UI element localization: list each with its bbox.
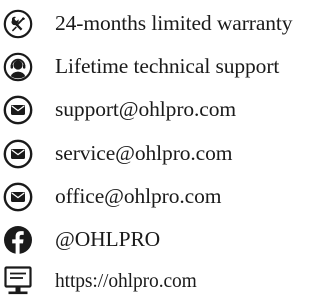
website-row[interactable]: https://ohlpro.com <box>0 264 323 300</box>
office-email-row[interactable]: office@ohlpro.com <box>0 179 323 215</box>
service-email-row[interactable]: service@ohlpro.com <box>0 136 323 172</box>
warranty-text: 24-months limited warranty <box>55 11 293 36</box>
tech-support-row: Lifetime technical support <box>0 49 323 85</box>
support-email-link[interactable]: support@ohlpro.com <box>55 99 236 121</box>
warranty-row: 24-months limited warranty <box>0 6 323 42</box>
facebook-row[interactable]: @OHLPRO <box>0 222 323 258</box>
envelope-icon <box>3 139 33 169</box>
tools-icon <box>3 9 33 39</box>
office-email-link[interactable]: office@ohlpro.com <box>55 186 221 208</box>
tech-support-text: Lifetime technical support <box>55 54 280 79</box>
website-monitor-icon <box>3 266 33 297</box>
website-link[interactable]: https://ohlpro.com <box>55 272 197 292</box>
envelope-icon <box>3 182 33 212</box>
service-email-link[interactable]: service@ohlpro.com <box>55 143 233 165</box>
facebook-handle-link[interactable]: @OHLPRO <box>55 229 160 251</box>
support-email-row[interactable]: support@ohlpro.com <box>0 92 323 128</box>
support-agent-icon <box>3 52 33 82</box>
facebook-icon <box>3 225 33 255</box>
envelope-icon <box>3 95 33 125</box>
